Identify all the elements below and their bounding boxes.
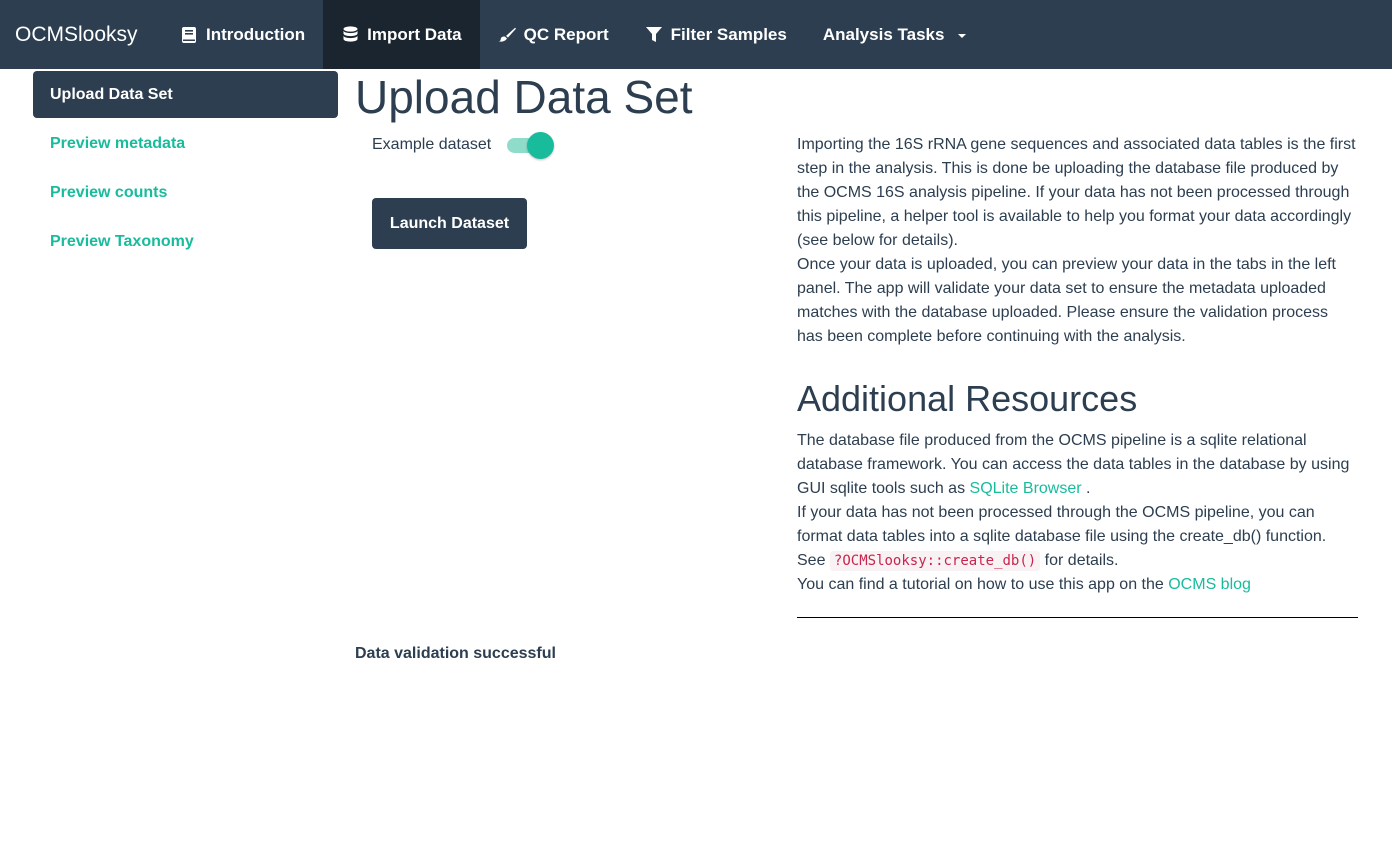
nav-introduction-label: Introduction bbox=[206, 24, 306, 44]
filter-icon bbox=[645, 26, 663, 44]
nav-import-data[interactable]: Import Data bbox=[323, 0, 480, 69]
sidebar-item-preview-metadata[interactable]: Preview metadata bbox=[33, 120, 338, 167]
database-icon bbox=[341, 26, 359, 44]
example-dataset-row: Example dataset bbox=[372, 131, 556, 159]
example-dataset-label: Example dataset bbox=[372, 136, 492, 153]
sidebar-item-upload-data-set[interactable]: Upload Data Set bbox=[33, 71, 338, 118]
nav-filter-samples-label: Filter Samples bbox=[670, 24, 787, 44]
nav-qc-report[interactable]: QC Report bbox=[480, 0, 627, 69]
ocms-blog-link[interactable]: OCMS blog bbox=[1168, 576, 1251, 593]
divider bbox=[797, 617, 1358, 618]
resources-heading: Additional Resources bbox=[797, 378, 1138, 419]
caret-down-icon bbox=[958, 33, 967, 38]
sidebar-item-preview-counts[interactable]: Preview counts bbox=[33, 169, 338, 216]
intro-paragraph-1: Importing the 16S rRNA gene sequences an… bbox=[797, 136, 1356, 249]
example-dataset-toggle[interactable] bbox=[506, 131, 556, 159]
nav-qc-report-label: QC Report bbox=[523, 24, 609, 44]
paint-brush-icon bbox=[498, 26, 516, 44]
nav-analysis-tasks[interactable]: Analysis Tasks bbox=[805, 0, 985, 69]
nav-import-data-label: Import Data bbox=[367, 24, 462, 44]
nav-filter-samples[interactable]: Filter Samples bbox=[627, 0, 805, 69]
sidebar-item-preview-taxonomy[interactable]: Preview Taxonomy bbox=[33, 218, 338, 265]
top-navbar: OCMSlooksy Introduction Import Data QC R… bbox=[0, 0, 1392, 69]
toggle-knob bbox=[527, 132, 555, 159]
sidebar: Upload Data Set Preview metadata Preview… bbox=[33, 71, 338, 267]
nav-introduction[interactable]: Introduction bbox=[162, 0, 323, 69]
nav-analysis-tasks-label: Analysis Tasks bbox=[822, 24, 945, 44]
resources-text-3: You can find a tutorial on how to use th… bbox=[797, 576, 1164, 593]
sqlite-browser-link[interactable]: SQLite Browser bbox=[970, 480, 1082, 497]
resources-paragraph-1: The database file produced from the OCMS… bbox=[797, 429, 1358, 501]
validation-status: Data validation successful bbox=[355, 645, 556, 662]
resources-paragraph-2: If your data has not been processed thro… bbox=[797, 501, 1358, 573]
create-db-code: ?OCMSlooksy::create_db() bbox=[829, 551, 1041, 571]
resources-text-2-end: for details. bbox=[1044, 552, 1119, 569]
launch-dataset-button[interactable]: Launch Dataset bbox=[372, 198, 527, 249]
resources-paragraph-3: You can find a tutorial on how to use th… bbox=[797, 573, 1358, 597]
info-panel: Importing the 16S rRNA gene sequences an… bbox=[797, 133, 1358, 597]
page-title: Upload Data Set bbox=[355, 71, 693, 123]
intro-paragraph-2: Once your data is uploaded, you can prev… bbox=[797, 256, 1336, 345]
book-icon bbox=[180, 26, 198, 44]
resources-text-1-end: . bbox=[1086, 480, 1091, 497]
app-brand[interactable]: OCMSlooksy bbox=[0, 0, 162, 69]
